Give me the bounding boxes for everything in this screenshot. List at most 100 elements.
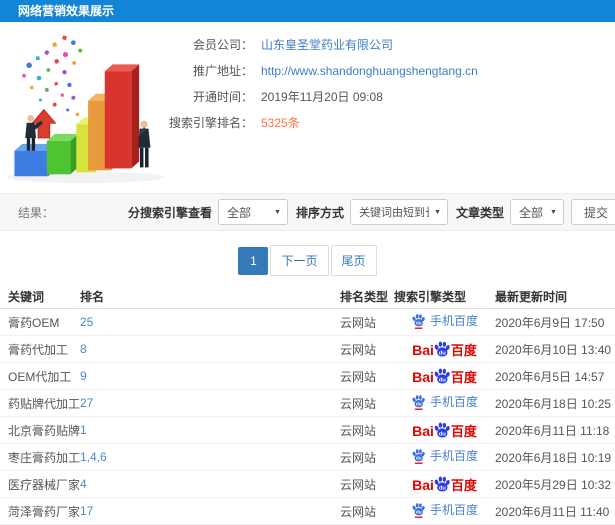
- baidu-logo-badge: Bai du 百度: [412, 475, 477, 492]
- rank-link[interactable]: 25: [80, 315, 93, 329]
- engine-select[interactable]: 全部 ▼: [217, 199, 288, 225]
- mobile-baidu-badge: du 手机百度: [411, 393, 478, 410]
- mobile-baidu-label: 手机百度: [429, 503, 478, 518]
- table-row: 枣庄膏药加工 1,4,6 云网站 du 手机百度 2020年6月18日 10:1…: [0, 443, 615, 471]
- baidu-logo-badge: Bai du 百度: [412, 340, 477, 357]
- rank-type-cell: 云网站: [340, 497, 394, 525]
- baidu-paw-icon: du: [412, 313, 425, 329]
- baidu-logo-baidu: 百度: [450, 478, 477, 493]
- keyword-cell: 药贴牌代加工: [0, 389, 80, 417]
- results-table: 关键词 排名 排名类型 搜索引擎类型 最新更新时间 膏药OEM 25 云网站 d…: [0, 284, 615, 525]
- table-row: OEM代加工 9 云网站 Bai du 百度 2020年6月5日 14:57: [0, 362, 615, 390]
- engine-filter-label: 分搜索引擎查看: [127, 205, 212, 220]
- keyword-cell: 膏药代加工: [0, 335, 80, 363]
- svg-text:du: du: [416, 509, 422, 515]
- keyword-cell: 北京膏药贴牌: [0, 416, 80, 444]
- rank-link[interactable]: 27: [80, 396, 93, 410]
- baidu-paw-icon: du: [412, 394, 425, 410]
- app-header: 网络营销效果展示: [0, 0, 615, 22]
- svg-text:du: du: [439, 431, 447, 437]
- svg-text:du: du: [439, 485, 447, 491]
- rank-link[interactable]: 17: [80, 504, 93, 518]
- sort-select[interactable]: 关键词由短到长排序 ▼: [349, 199, 448, 225]
- keyword-cell: 菏泽膏药厂家: [0, 497, 80, 525]
- baidu-logo-bai: Bai: [412, 369, 434, 385]
- keyword-cell: 枣庄膏药加工: [0, 443, 80, 471]
- baidu-paw-icon: du: [434, 422, 450, 438]
- keyword-cell: OEM代加工: [0, 362, 80, 390]
- businessman-right: [138, 120, 151, 168]
- updated-cell: 2020年6月18日 10:19: [495, 443, 615, 471]
- company-link[interactable]: 山东皇圣堂药业有限公司: [261, 36, 393, 53]
- rank-link[interactable]: 9: [80, 369, 87, 383]
- baidu-logo-bai: Bai: [412, 477, 434, 493]
- last-page-button[interactable]: 尾页: [330, 245, 377, 276]
- table-row: 膏药OEM 25 云网站 du 手机百度 2020年6月9日 17:50: [0, 308, 615, 336]
- open-time-label: 开通时间：: [192, 90, 253, 104]
- updated-cell: 2020年6月11日 11:40: [495, 497, 615, 525]
- mobile-baidu-badge: du 手机百度: [411, 312, 478, 329]
- mobile-baidu-badge: du 手机百度: [411, 447, 478, 464]
- result-label: 结果：: [18, 205, 55, 220]
- next-page-button[interactable]: 下一页: [270, 245, 329, 276]
- growth-chart-illustration: [0, 28, 185, 190]
- keyword-cell: 膏药OEM: [0, 308, 80, 336]
- engine-rank-value: 5325条: [261, 116, 300, 130]
- sort-label: 排序方式: [295, 205, 344, 220]
- submit-button[interactable]: 提交: [570, 199, 615, 225]
- updated-cell: 2020年6月11日 11:18: [495, 416, 615, 444]
- table-row: 医疗器械厂家 4 云网站 Bai du 百度 2020年5月29日 10:32: [0, 470, 615, 498]
- open-time-value: 2019年11月20日 09:08: [261, 90, 383, 104]
- baidu-paw-icon: du: [434, 341, 450, 357]
- updated-cell: 2020年6月9日 17:50: [495, 308, 615, 336]
- baidu-logo-bai: Bai: [412, 423, 434, 439]
- account-info-section: 会员公司： 山东皇圣堂药业有限公司 推广地址： http://www.shand…: [0, 22, 615, 193]
- baidu-logo-badge: Bai du 百度: [412, 367, 477, 384]
- mobile-baidu-label: 手机百度: [429, 395, 478, 410]
- engine-select-value: 全部: [226, 205, 251, 220]
- updated-cell: 2020年6月10日 13:40: [495, 335, 615, 363]
- chevron-down-icon: ▼: [434, 208, 441, 216]
- baidu-logo-bai: Bai: [412, 342, 434, 358]
- mobile-baidu-badge: du 手机百度: [411, 501, 478, 518]
- col-header-keyword: 关键词: [0, 284, 80, 309]
- confetti-dots: [22, 35, 83, 117]
- up-arrow: [31, 108, 57, 139]
- rank-link[interactable]: 1: [80, 423, 87, 437]
- svg-text:du: du: [439, 377, 447, 383]
- rank-type-cell: 云网站: [340, 362, 394, 390]
- article-type-select[interactable]: 全部 ▼: [509, 199, 564, 225]
- baidu-paw-icon: du: [412, 448, 425, 464]
- rank-link[interactable]: 1,4,6: [80, 450, 107, 464]
- baidu-logo-baidu: 百度: [450, 424, 477, 439]
- article-type-label: 文章类型: [455, 205, 504, 220]
- chevron-down-icon: ▼: [550, 208, 557, 216]
- rank-type-cell: 云网站: [340, 443, 394, 471]
- pagination: 1 下一页 尾页: [0, 245, 615, 276]
- baidu-logo-baidu: 百度: [450, 343, 477, 358]
- updated-cell: 2020年5月29日 10:32: [495, 470, 615, 498]
- sort-select-value: 关键词由短到长排序: [358, 207, 429, 219]
- table-row: 菏泽膏药厂家 17 云网站 du 手机百度 2020年6月11日 11:40: [0, 497, 615, 525]
- col-header-rank-type: 排名类型: [340, 284, 394, 309]
- updated-cell: 2020年6月5日 14:57: [495, 362, 615, 390]
- company-label: 会员公司：: [192, 38, 253, 52]
- filter-controls: 分搜索引擎查看 全部 ▼ 排序方式 关键词由短到长排序 ▼ 文章类型 全部 ▼ …: [120, 199, 615, 225]
- page-1-button[interactable]: 1: [238, 247, 269, 275]
- baidu-paw-icon: du: [434, 476, 450, 492]
- baidu-logo-baidu: 百度: [450, 370, 477, 385]
- bar-green: [46, 134, 79, 175]
- table-header-row: 关键词 排名 排名类型 搜索引擎类型 最新更新时间: [0, 284, 615, 309]
- company-row: 会员公司： 山东皇圣堂药业有限公司: [165, 36, 615, 53]
- rank-type-cell: 云网站: [340, 308, 394, 336]
- results-table-body: 膏药OEM 25 云网站 du 手机百度 2020年6月9日 17:50 膏药代…: [0, 308, 615, 525]
- rank-link[interactable]: 8: [80, 342, 87, 356]
- svg-text:du: du: [416, 455, 422, 461]
- svg-text:du: du: [439, 350, 447, 356]
- rank-type-cell: 云网站: [340, 416, 394, 444]
- col-header-engine-type: 搜索引擎类型: [394, 284, 495, 309]
- promotion-url-link[interactable]: http://www.shandonghuangshengtang.cn: [261, 64, 478, 78]
- baidu-logo-badge: Bai du 百度: [412, 421, 477, 438]
- rank-link[interactable]: 4: [80, 477, 87, 491]
- engine-rank-row: 搜索引擎排名： 5325条: [165, 114, 615, 131]
